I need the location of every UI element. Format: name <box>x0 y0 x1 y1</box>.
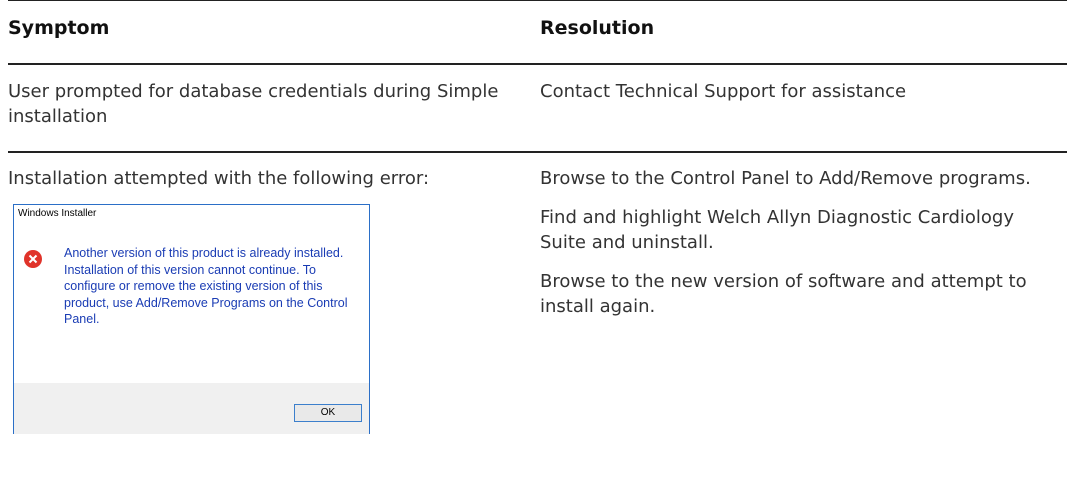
row2-resolution: Browse to the Control Panel to Add/Remov… <box>540 166 1065 333</box>
dialog-footer: OK <box>14 383 369 434</box>
row2-symptom: Installation attempted with the followin… <box>8 168 430 189</box>
error-icon <box>24 250 42 268</box>
ok-button[interactable]: OK <box>294 404 362 422</box>
row-rule <box>8 151 1067 153</box>
header-rule <box>8 63 1067 65</box>
table-top-rule <box>8 0 1067 1</box>
header-resolution: Resolution <box>540 17 655 39</box>
dialog-title: Windows Installer <box>18 208 97 219</box>
windows-installer-dialog: Windows Installer Another version of thi… <box>13 204 370 434</box>
row2-resolution-step-1: Browse to the Control Panel to Add/Remov… <box>540 168 1031 189</box>
row1-symptom: User prompted for database credentials d… <box>8 81 499 127</box>
dialog-message: Another version of this product is alrea… <box>64 246 348 326</box>
row1-resolution: Contact Technical Support for assistance <box>540 79 1065 118</box>
header-symptom: Symptom <box>8 17 110 39</box>
row2-resolution-step-2: Find and highlight Welch Allyn Diagnosti… <box>540 207 1014 253</box>
row1-resolution-step: Contact Technical Support for assistance <box>540 81 907 102</box>
row2-resolution-step-3: Browse to the new version of software an… <box>540 271 1027 317</box>
